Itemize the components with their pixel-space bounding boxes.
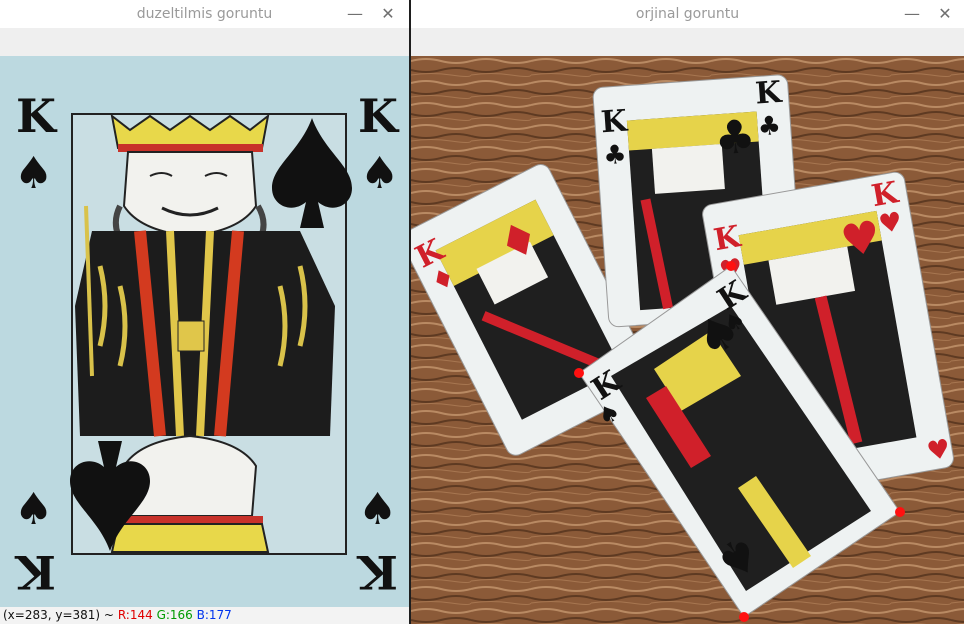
svg-text:K: K [356,545,398,599]
original-image-window: orjinal goruntu — ✕ K ♦ ♦ K ♣ K ♣ ♣ K K … [411,0,964,624]
svg-text:♣: ♣ [712,109,757,166]
svg-text:K: K [600,104,629,141]
titlebar[interactable]: orjinal goruntu — ✕ [411,0,964,28]
corrected-image-window: duzeltilmis goruntu — ✕ K ♠ K ♠ K ♠ K ♠ … [0,0,409,624]
red-value: R:144 [117,608,153,622]
close-button[interactable]: ✕ [378,4,398,24]
status-bar: (x=283, y=381) ~ R:144 G:166 B:177 [0,607,409,624]
warped-card-image: K ♠ K ♠ K ♠ K ♠ [0,56,409,607]
toolbar [0,28,409,56]
svg-text:♠: ♠ [14,148,53,199]
blue-value: B:177 [196,608,232,622]
svg-text:♠: ♠ [358,484,397,535]
corner-marker-bottom [739,612,749,622]
minimize-button[interactable]: — [902,4,922,24]
cursor-coords: (x=283, y=381) ~ [3,608,114,622]
window-title: orjinal goruntu [635,6,740,22]
corner-marker-right [895,507,905,517]
corner-marker-top [726,261,736,271]
svg-text:♠: ♠ [360,148,399,199]
svg-text:♠: ♠ [14,484,53,535]
svg-text:♣: ♣ [757,111,782,143]
svg-text:K: K [16,89,58,143]
image-canvas[interactable]: K ♠ K ♠ K ♠ K ♠ [0,56,409,607]
minimize-button[interactable]: — [345,4,365,24]
close-button[interactable]: ✕ [935,4,955,24]
titlebar[interactable]: duzeltilmis goruntu — ✕ [0,0,409,28]
svg-text:K: K [358,89,400,143]
corner-marker-left [574,368,584,378]
original-photo: K ♦ ♦ K ♣ K ♣ ♣ K K ♥ ♥ ♥ K ♠ K ♠ ♠ ♠ [411,56,964,624]
green-value: G:166 [156,608,193,622]
image-canvas[interactable]: K ♦ ♦ K ♣ K ♣ ♣ K K ♥ ♥ ♥ K ♠ K ♠ ♠ ♠ [411,56,964,624]
svg-text:K: K [754,75,783,112]
toolbar [411,28,964,56]
svg-text:♣: ♣ [602,140,627,172]
svg-text:K: K [14,545,56,599]
